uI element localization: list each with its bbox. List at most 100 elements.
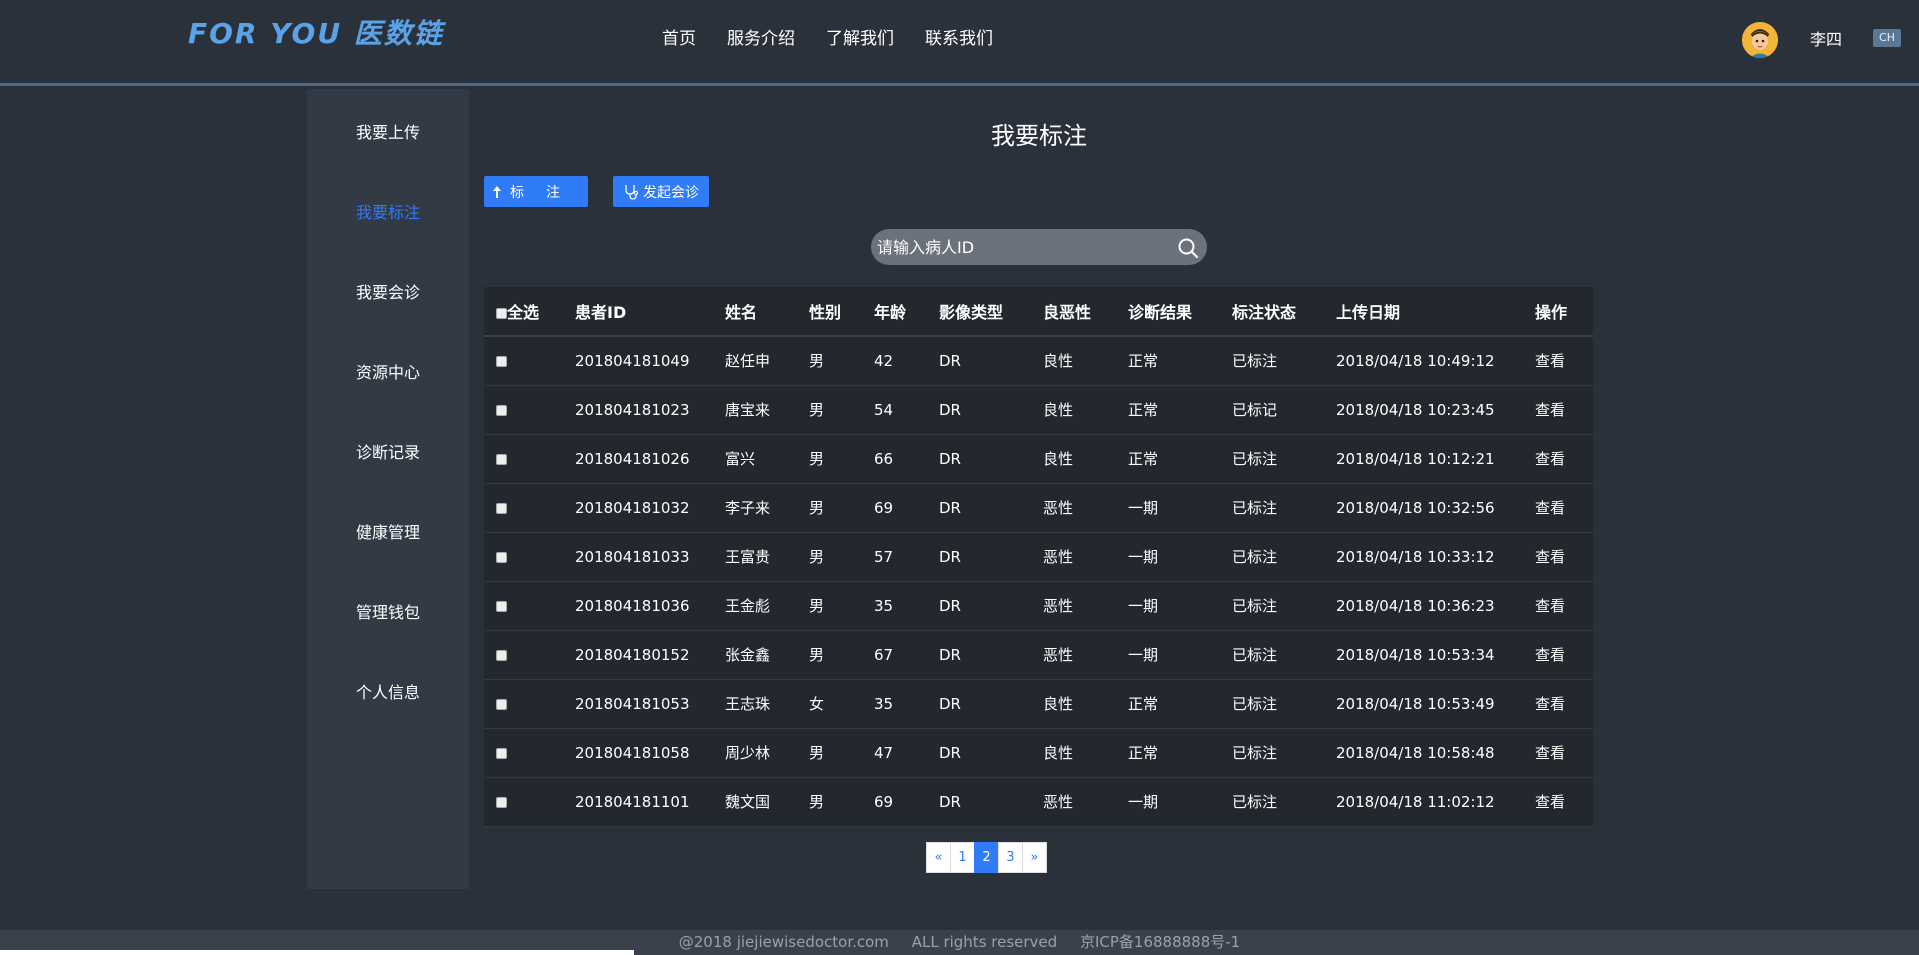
row-checkbox[interactable] [496,404,507,416]
table-row: 201804181058 周少林男 47 DR 良性 正常 已标注 2018/04/18 10… [484,728,1593,778]
patient-id-search-input[interactable] [877,236,1167,258]
annotation-status-cell: 已标记 [1232,385,1336,435]
patient-name-cell: 赵任申 [725,336,809,386]
patient-age-cell: 67 [874,630,939,680]
column-header-image-type: 影像类型 [939,287,1043,337]
image-type-cell: DR [939,336,1043,386]
diagnosis-cell: 一期 [1128,581,1232,631]
image-type-cell: DR [939,532,1043,582]
view-link[interactable]: 查看 [1535,679,1593,729]
row-checkbox[interactable] [496,453,507,465]
view-link[interactable]: 查看 [1535,483,1593,533]
view-link[interactable]: 查看 [1535,336,1593,386]
upload-date-cell: 2018/04/18 10:36:23 [1336,581,1535,631]
user-avatar[interactable] [1742,22,1778,58]
sidebar-item-health[interactable]: 健康管理 [307,519,469,543]
annotation-status-cell: 已标注 [1232,532,1336,582]
sidebar-item-profile[interactable]: 个人信息 [307,679,469,703]
nav-services[interactable]: 服务介绍 [727,24,795,49]
row-select-cell [484,434,575,484]
sidebar-item-diagnosis-records[interactable]: 诊断记录 [307,439,469,463]
upload-date-cell: 2018/04/18 10:32:56 [1336,483,1535,533]
patient-age-cell: 69 [874,777,939,827]
view-link[interactable]: 查看 [1535,728,1593,778]
view-link[interactable]: 查看 [1535,777,1593,827]
patient-id-cell: 201804181053 [575,679,725,729]
benign-malignant-cell: 恶性 [1043,630,1128,680]
mark-button[interactable]: 标注 [484,176,588,207]
sidebar-item-consultation[interactable]: 我要会诊 [307,279,469,303]
column-header-sex: 性别 [809,287,874,337]
annotation-status-cell: 已标注 [1232,483,1336,533]
top-header: FOR YOU 医数链 首页 服务介绍 了解我们 联系我们 李四 CH [0,0,1919,86]
upload-date-cell: 2018/04/18 10:58:48 [1336,728,1535,778]
upload-date-cell: 2018/04/18 10:12:21 [1336,434,1535,484]
annotation-status-cell: 已标注 [1232,581,1336,631]
diagnosis-cell: 正常 [1128,434,1232,484]
image-type-cell: DR [939,581,1043,631]
table-row: 201804181023 唐宝来男 54 DR 良性 正常 已标记 2018/04/18 10… [484,385,1593,435]
nav-contact[interactable]: 联系我们 [925,24,993,49]
column-header-age: 年龄 [874,287,939,337]
sidebar-item-upload[interactable]: 我要上传 [307,119,469,143]
view-link[interactable]: 查看 [1535,581,1593,631]
table-row: 201804181101 魏文国男 69 DR 恶性 一期 已标注 2018/04/18 11… [484,777,1593,827]
select-all-checkbox[interactable] [496,308,507,319]
patient-name-cell: 周少林 [725,728,809,778]
row-checkbox[interactable] [496,600,507,612]
patient-age-cell: 47 [874,728,939,778]
sidebar-item-annotate[interactable]: 我要标注 [307,199,469,223]
benign-malignant-cell: 恶性 [1043,777,1128,827]
pagination-page-3[interactable]: 3 [998,842,1023,873]
language-switch[interactable]: CH [1873,29,1901,47]
pagination-page-2[interactable]: 2 [974,842,999,873]
diagnosis-cell: 一期 [1128,777,1232,827]
site-logo[interactable]: FOR YOU 医数链 [188,12,444,52]
table-body: 201804181049 赵任申男 42 DR 良性 正常 已标注 2018/04/18 10… [484,336,1593,827]
page-title: 我要标注 [991,122,1087,150]
row-select-cell [484,679,575,729]
row-select-cell [484,630,575,680]
benign-malignant-cell: 良性 [1043,434,1128,484]
horizontal-scrollbar[interactable] [0,950,634,955]
row-checkbox[interactable] [496,502,507,514]
sidebar-item-resources[interactable]: 资源中心 [307,359,469,383]
nav-home[interactable]: 首页 [662,24,696,49]
search-icon[interactable] [1177,237,1199,259]
view-link[interactable]: 查看 [1535,630,1593,680]
patient-age-cell: 54 [874,385,939,435]
table-row: 201804181053 王志珠女 35 DR 良性 正常 已标注 2018/04/18 10… [484,679,1593,729]
row-checkbox[interactable] [496,649,507,661]
pagination-next[interactable]: » [1022,842,1047,873]
nav-about[interactable]: 了解我们 [826,24,894,49]
pagination-page-1[interactable]: 1 [950,842,975,873]
view-link[interactable]: 查看 [1535,434,1593,484]
row-checkbox[interactable] [496,698,507,710]
column-header-benign-malignant: 良恶性 [1043,287,1128,337]
patient-id-cell: 201804181026 [575,434,725,484]
upload-arrow-icon [493,185,501,198]
table-row: 201804181033 王富贵男 57 DR 恶性 一期 已标注 2018/04/18 10… [484,532,1593,582]
footer-icp[interactable]: 京ICP备16888888号-1 [1080,933,1240,951]
annotation-status-cell: 已标注 [1232,336,1336,386]
benign-malignant-cell: 良性 [1043,679,1128,729]
patient-sex-cell: 男 [809,434,874,484]
patient-sex-cell: 男 [809,385,874,435]
table-row: 201804180152 张金鑫男 67 DR 恶性 一期 已标注 2018/04/18 10… [484,630,1593,680]
start-consultation-button[interactable]: 发起会诊 [613,176,709,207]
diagnosis-cell: 一期 [1128,532,1232,582]
row-checkbox[interactable] [496,747,507,759]
select-all-header[interactable]: 全选 [484,287,575,337]
upload-date-cell: 2018/04/18 10:53:49 [1336,679,1535,729]
table-row: 201804181032 李子来男 69 DR 恶性 一期 已标注 2018/04/18 10… [484,483,1593,533]
view-link[interactable]: 查看 [1535,532,1593,582]
row-checkbox[interactable] [496,355,507,367]
row-checkbox[interactable] [496,796,507,808]
view-link[interactable]: 查看 [1535,385,1593,435]
sidebar-item-wallet[interactable]: 管理钱包 [307,599,469,623]
row-checkbox[interactable] [496,551,507,563]
image-type-cell: DR [939,679,1043,729]
diagnosis-cell: 正常 [1128,728,1232,778]
pagination-prev[interactable]: « [926,842,951,873]
username[interactable]: 李四 [1810,26,1842,50]
